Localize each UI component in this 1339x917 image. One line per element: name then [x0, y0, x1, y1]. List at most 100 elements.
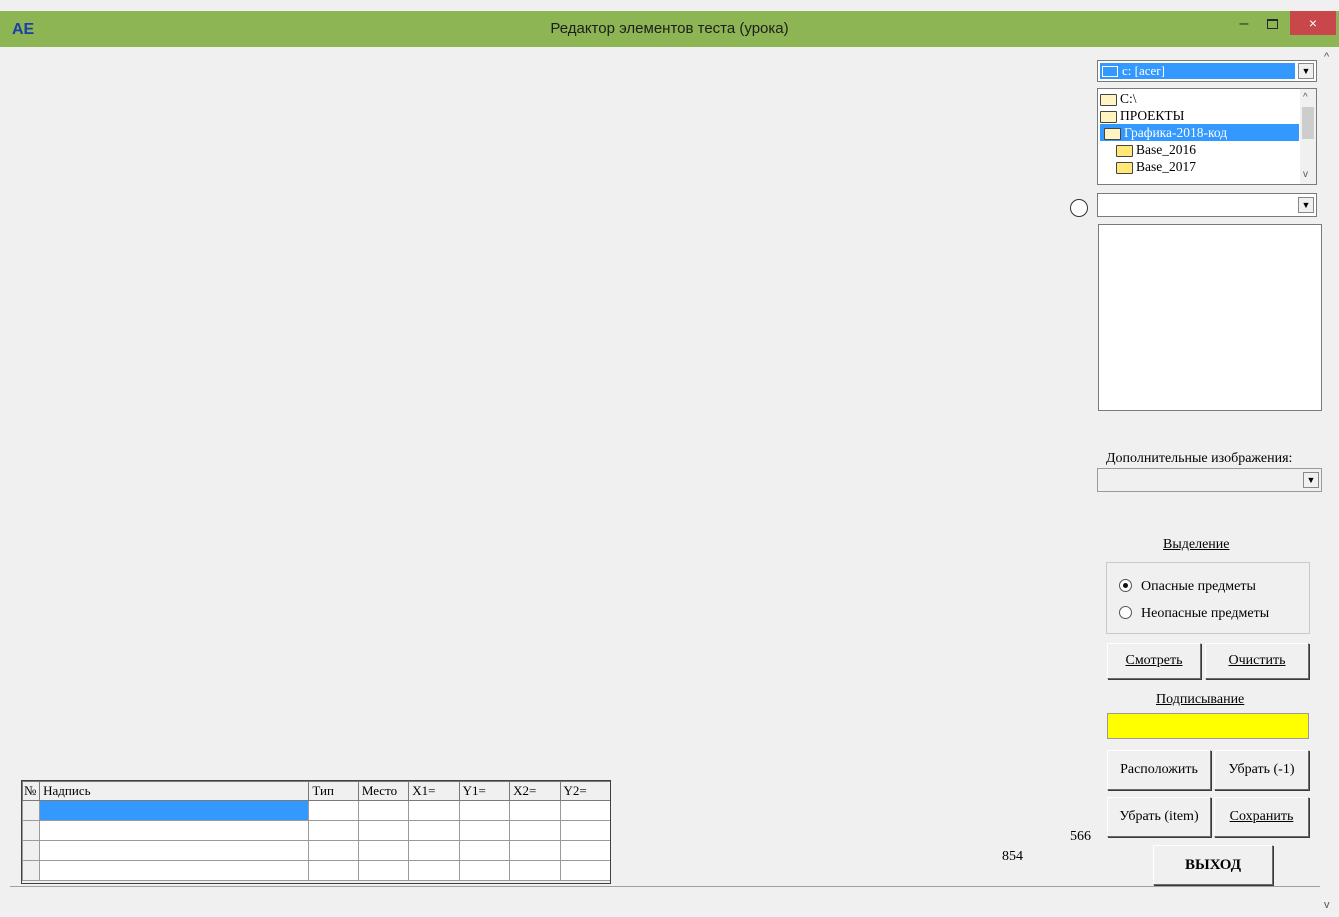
folder-list-scrollbar[interactable]: ^ v [1300, 89, 1316, 184]
clear-button[interactable]: Очистить [1205, 643, 1309, 679]
table-cell[interactable] [458, 800, 511, 821]
table-cell[interactable] [559, 820, 612, 841]
scroll-thumb[interactable] [1302, 107, 1314, 139]
row-header-cell[interactable] [21, 840, 41, 861]
radio-checked-icon [1119, 579, 1132, 593]
additional-images-label: Дополнительные изображения: [1106, 451, 1293, 466]
selection-group: Опасные предметы Неопасные предметы [1106, 562, 1310, 634]
row-header-cell[interactable] [21, 820, 41, 841]
readout-a: 566 [1070, 829, 1091, 844]
table-cell[interactable] [559, 860, 612, 881]
window-title: Редактор элементов теста (урока) [550, 20, 789, 37]
scroll-down-icon[interactable]: v [1324, 899, 1330, 911]
remove-last-button[interactable]: Убрать (-1) [1214, 750, 1309, 790]
table-cell[interactable] [509, 820, 561, 841]
file-combo[interactable]: ▼ [1097, 193, 1317, 217]
folder-icon [1116, 144, 1133, 157]
column-header: X1= [408, 781, 460, 801]
elements-table[interactable]: № Надпись Тип Место X1= Y1= X2= Y2= [21, 781, 612, 881]
additional-images-combo[interactable]: ▼ [1097, 468, 1322, 492]
table-cell[interactable] [357, 860, 410, 881]
drive-selected: c: [acer] [1100, 63, 1295, 79]
image-preview [1098, 224, 1322, 411]
table-cell[interactable] [408, 820, 460, 841]
arrange-button[interactable]: Расположить [1107, 750, 1211, 790]
row-header-cell[interactable] [21, 800, 41, 821]
scroll-up-icon[interactable]: ^ [1324, 51, 1329, 63]
label-text-field[interactable] [1107, 713, 1309, 739]
image-canvas[interactable] [10, 47, 1093, 887]
table-cell[interactable] [458, 840, 511, 861]
table-row[interactable] [21, 860, 612, 881]
column-header: Y2= [559, 781, 612, 801]
remove-item-button[interactable]: Убрать (item) [1107, 797, 1211, 837]
drive-combo[interactable]: c: [acer] ▼ [1097, 60, 1317, 82]
radio-unchecked-icon [1119, 606, 1132, 620]
table-cell[interactable] [509, 800, 561, 821]
chevron-down-icon[interactable]: ▼ [1298, 63, 1314, 79]
folder-list[interactable]: C:\ ПРОЕКТЫ Графика-2018-код Base_2016 B… [1097, 88, 1317, 185]
table-cell[interactable] [509, 840, 561, 861]
horizontal-scrollbar[interactable] [10, 886, 1320, 917]
maximize-icon [1266, 19, 1278, 29]
folder-item[interactable]: C:\ [1100, 90, 1137, 107]
radio-safe[interactable]: Неопасные предметы [1119, 606, 1269, 622]
title-bar[interactable]: AE Редактор элементов теста (урока) – × [0, 11, 1339, 47]
table-cell[interactable] [308, 840, 359, 861]
table-cell[interactable] [559, 800, 612, 821]
folder-open-icon [1100, 93, 1117, 106]
row-header-cell[interactable] [21, 860, 41, 881]
table-header: № Надпись Тип Место X1= Y1= X2= Y2= [21, 781, 612, 801]
folder-open-icon [1104, 127, 1121, 140]
column-header: Место [357, 781, 410, 801]
table-cell[interactable] [308, 800, 359, 821]
close-button[interactable]: × [1290, 11, 1336, 35]
labeling-title: Подписывание [1156, 692, 1245, 707]
column-header: Y1= [458, 781, 511, 801]
chevron-down-icon[interactable]: ▼ [1303, 472, 1319, 488]
table-row[interactable] [21, 800, 612, 821]
selection-title: Выделение [1163, 537, 1230, 552]
folder-item[interactable]: ПРОЕКТЫ [1100, 107, 1184, 124]
table-cell[interactable] [408, 840, 460, 861]
indicator-circle[interactable] [1070, 199, 1088, 217]
chevron-down-icon[interactable]: ▼ [1298, 197, 1314, 213]
save-button[interactable]: Сохранить [1214, 797, 1309, 837]
table-cell[interactable] [357, 800, 410, 821]
folder-item[interactable]: Base_2017 [1116, 158, 1196, 175]
maximize-button[interactable] [1258, 15, 1286, 37]
table-cell[interactable] [509, 860, 561, 881]
table-cell[interactable] [308, 860, 359, 881]
radio-dangerous[interactable]: Опасные предметы [1119, 579, 1256, 595]
table-row[interactable] [21, 820, 612, 841]
table-cell[interactable] [408, 800, 460, 821]
table-cell[interactable] [39, 860, 310, 881]
table-cell[interactable] [39, 820, 310, 841]
table-cell[interactable] [408, 860, 460, 881]
table-cell-active[interactable] [39, 800, 310, 821]
table-row[interactable] [21, 840, 612, 861]
column-header: Надпись [39, 781, 310, 801]
folder-item[interactable]: Base_2016 [1116, 141, 1196, 158]
minimize-button[interactable]: – [1230, 15, 1258, 37]
scroll-up-icon[interactable]: ^ [1303, 92, 1308, 103]
folder-open-icon [1100, 110, 1117, 123]
vertical-scrollbar[interactable]: ^ v [1322, 47, 1339, 916]
table-cell[interactable] [39, 840, 310, 861]
table-cell[interactable] [357, 840, 410, 861]
table-cell[interactable] [308, 820, 359, 841]
drive-icon [1102, 66, 1118, 77]
table-cell[interactable] [559, 840, 612, 861]
view-button[interactable]: Смотреть [1107, 643, 1201, 679]
folder-icon [1116, 161, 1133, 174]
drive-label: c: [acer] [1122, 63, 1165, 78]
table-cell[interactable] [458, 860, 511, 881]
scroll-down-icon[interactable]: v [1303, 169, 1308, 180]
readout-b: 854 [1002, 849, 1023, 864]
column-header: № [21, 781, 41, 801]
exit-button[interactable]: ВЫХОД [1153, 845, 1273, 885]
folder-item-selected[interactable]: Графика-2018-код [1100, 124, 1299, 141]
table-cell[interactable] [458, 820, 511, 841]
table-cell[interactable] [357, 820, 410, 841]
column-header: Тип [308, 781, 359, 801]
